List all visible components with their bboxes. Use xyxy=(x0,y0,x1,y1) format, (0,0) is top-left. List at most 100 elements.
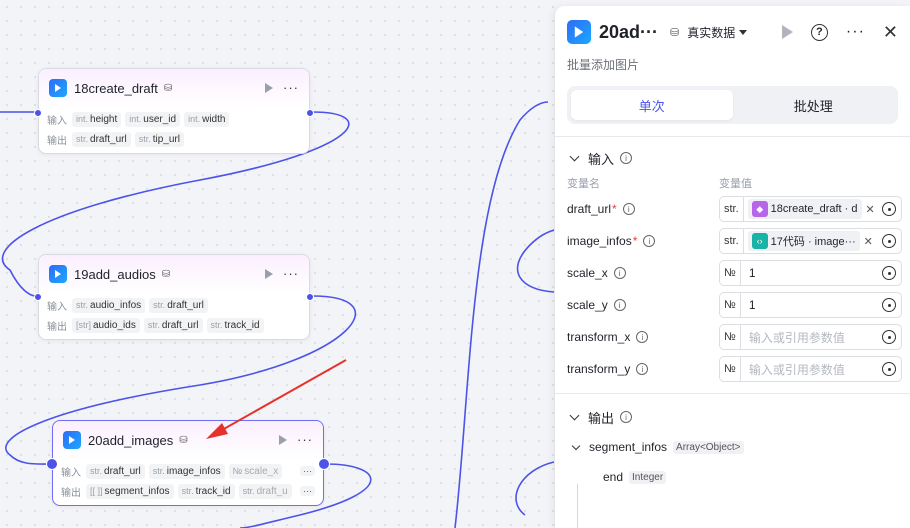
param-placeholder[interactable]: 输入或引用参数值 xyxy=(749,361,845,378)
output-port[interactable] xyxy=(318,458,330,470)
clear-icon[interactable]: ✕ xyxy=(866,203,875,216)
reference-target-icon[interactable] xyxy=(882,202,896,216)
param-value[interactable]: 1 xyxy=(749,298,756,312)
edge-canvas-up xyxy=(454,101,549,528)
input-chip: str. audio_infos xyxy=(72,297,146,313)
more-inputs-button[interactable]: ··· xyxy=(300,466,315,476)
output-chip: str. draft_url xyxy=(72,131,131,147)
info-icon[interactable]: i xyxy=(622,203,635,215)
info-icon[interactable]: i xyxy=(636,363,649,375)
param-placeholder[interactable]: 输入或引用参数值 xyxy=(749,329,845,346)
param-value-field[interactable]: str. ◆ 18create_draft · d ✕ xyxy=(719,196,902,222)
data-mode-dropdown[interactable]: 真实数据 xyxy=(687,24,748,41)
output-section-header[interactable]: 输出 i xyxy=(555,402,910,432)
section-title: 输入 xyxy=(588,151,615,167)
panel-title[interactable]: 20ad··· xyxy=(599,22,658,43)
info-icon[interactable]: i xyxy=(636,331,649,343)
input-chip: № scale_x xyxy=(228,463,283,479)
plugin-icon xyxy=(63,431,81,449)
database-icon: ⛁ xyxy=(179,434,188,446)
param-value-field[interactable]: str. ‹› 17代码 · image··· ✕ xyxy=(719,228,902,254)
input-port[interactable] xyxy=(46,458,58,470)
input-chip: int. width xyxy=(184,111,230,127)
run-node-button[interactable] xyxy=(265,269,273,279)
type-tag[interactable]: № xyxy=(720,293,741,317)
param-row: image_infos * i str. ‹› 17代码 · image··· ✕ xyxy=(555,225,910,257)
reference-target-icon[interactable] xyxy=(882,298,896,312)
output-chip: str. track_id xyxy=(206,317,264,333)
reference-chip[interactable]: ‹› 17代码 · image··· xyxy=(747,231,860,251)
output-port[interactable] xyxy=(306,293,314,301)
clear-icon[interactable]: ✕ xyxy=(864,235,873,248)
reference-target-icon[interactable] xyxy=(882,330,896,344)
param-name: scale_x i xyxy=(567,266,719,280)
param-value-field[interactable]: № 1 xyxy=(719,292,902,318)
param-row: scale_y i № 1 xyxy=(555,289,910,321)
node-20add-images[interactable]: 20add_images ⛁ ··· 输入 str. draft_url str.… xyxy=(46,420,330,506)
param-value[interactable]: 1 xyxy=(749,266,756,280)
node-more-button[interactable]: ··· xyxy=(283,81,299,94)
output-chip: str. tip_url xyxy=(134,131,184,147)
run-button[interactable] xyxy=(781,25,793,39)
info-icon[interactable]: i xyxy=(620,152,633,164)
type-tag[interactable]: № xyxy=(720,357,741,381)
param-column-headers: 变量名 变量值 xyxy=(555,173,910,193)
plugin-icon xyxy=(49,79,67,97)
database-icon: ⛁ xyxy=(163,82,173,94)
run-node-button[interactable] xyxy=(265,83,273,93)
param-value-field[interactable]: № 输入或引用参数值 xyxy=(719,356,902,382)
param-value-field[interactable]: № 1 xyxy=(719,260,902,286)
reference-chip[interactable]: ◆ 18create_draft · d xyxy=(747,199,862,219)
type-tag[interactable]: № xyxy=(720,261,741,285)
param-row: transform_y i № 输入或引用参数值 xyxy=(555,353,910,385)
output-port[interactable] xyxy=(306,109,314,117)
output-chip: str. track_id xyxy=(177,483,235,499)
input-chip: str. draft_url xyxy=(86,463,145,479)
reference-target-icon[interactable] xyxy=(882,362,896,376)
close-icon[interactable]: ✕ xyxy=(883,22,898,43)
node-more-button[interactable]: ··· xyxy=(297,433,313,446)
param-value-field[interactable]: № 输入或引用参数值 xyxy=(719,324,902,350)
run-node-button[interactable] xyxy=(279,435,287,445)
param-row: scale_x i № 1 xyxy=(555,257,910,289)
input-port[interactable] xyxy=(34,109,42,117)
info-icon[interactable]: i xyxy=(620,411,633,423)
info-icon[interactable]: i xyxy=(613,267,626,279)
output-name: segment_infos xyxy=(589,440,668,454)
info-icon[interactable]: i xyxy=(643,235,656,247)
help-icon[interactable]: ? xyxy=(810,23,828,41)
type-tag[interactable]: № xyxy=(720,325,741,349)
data-mode-label: 真实数据 xyxy=(687,25,736,40)
input-label: 输入 xyxy=(47,115,67,127)
reference-target-icon[interactable] xyxy=(882,266,896,280)
input-chip: int. height xyxy=(72,111,122,127)
output-item[interactable]: segment_infos Array<Object> xyxy=(555,432,910,462)
node-more-button[interactable]: ··· xyxy=(283,267,299,280)
output-type: Integer xyxy=(629,470,667,484)
node-19add-audios[interactable]: 19add_audios ⛁ ··· 输入 str. audio_infos st… xyxy=(34,254,314,340)
divider xyxy=(555,136,910,137)
mode-tabs: 单次 批处理 xyxy=(567,86,898,124)
param-name: draft_url * i xyxy=(567,202,719,216)
node-config-panel: 20ad··· ⛁ 真实数据 ? ··· ✕ 批量添加图片 单次 批处理 输入 … xyxy=(554,6,910,528)
input-port[interactable] xyxy=(34,293,42,301)
chevron-down-icon xyxy=(569,151,580,162)
info-icon[interactable]: i xyxy=(613,299,626,311)
param-row: transform_x i № 输入或引用参数值 xyxy=(555,321,910,353)
type-tag[interactable]: str. xyxy=(720,197,744,221)
tab-single[interactable]: 单次 xyxy=(571,90,733,120)
tab-batch[interactable]: 批处理 xyxy=(733,90,895,120)
more-outputs-button[interactable]: ··· xyxy=(300,486,315,496)
output-chip: [str] audio_ids xyxy=(72,317,140,333)
type-tag[interactable]: str. xyxy=(720,229,744,253)
chevron-down-icon xyxy=(569,410,580,421)
reference-target-icon[interactable] xyxy=(882,234,896,248)
node-18create-draft[interactable]: 18create_draft ⛁ ··· 输入 int. height int. u… xyxy=(34,68,314,154)
param-name: transform_y i xyxy=(567,362,719,376)
input-chip: int. user_id xyxy=(125,111,181,127)
more-button[interactable]: ··· xyxy=(846,24,865,40)
output-label: 输出 xyxy=(61,487,81,499)
param-row: draft_url * i str. ◆ 18create_draft · d ✕ xyxy=(555,193,910,225)
input-section-header[interactable]: 输入 i xyxy=(555,143,910,173)
database-icon: ⛁ xyxy=(670,26,680,39)
